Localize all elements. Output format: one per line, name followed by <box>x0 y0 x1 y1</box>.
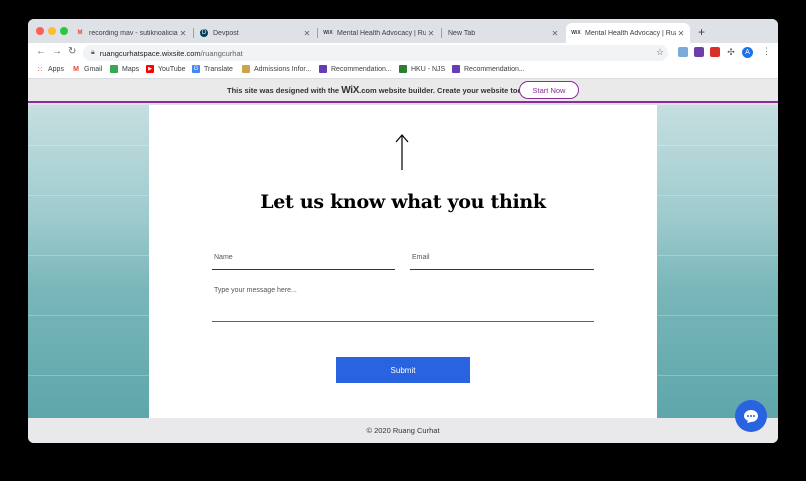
banner-text-after: .com website builder. Create your websit… <box>359 86 532 95</box>
tab-active-wix-site[interactable]: WiX Mental Health Advocacy | Ruang ✕ <box>566 23 690 43</box>
bookmark-hku-njs[interactable]: HKU - NJS <box>399 65 445 73</box>
new-tab-plus-icon[interactable]: + <box>698 25 705 39</box>
extension-icon[interactable] <box>694 47 704 57</box>
close-tab-icon[interactable]: ✕ <box>178 29 188 38</box>
wix-promo-banner: This site was designed with the WiX.com … <box>28 79 778 103</box>
email-placeholder: Email <box>412 254 430 261</box>
tab-devpost[interactable]: D Devpost ✕ <box>194 23 316 43</box>
tab-title: New Tab <box>448 29 476 37</box>
tab-title: recording mav - sutiknoaliciap <box>89 29 178 37</box>
bookmark-youtube[interactable]: ▶ YouTube <box>146 65 186 73</box>
close-window-button[interactable] <box>36 27 44 35</box>
bookmark-recommendation[interactable]: Recommendation... <box>452 65 525 73</box>
maximize-window-button[interactable] <box>60 27 68 35</box>
university-icon <box>242 65 250 73</box>
youtube-icon: ▶ <box>146 65 154 73</box>
chat-bubble-icon <box>744 409 758 423</box>
message-field[interactable]: Type your message here... <box>212 287 594 322</box>
message-underline <box>212 321 594 322</box>
bookmark-label: HKU - NJS <box>411 65 446 73</box>
name-underline <box>212 269 395 270</box>
banner-text: This site was designed with the WiX.com … <box>227 85 532 96</box>
bookmark-apps[interactable]: ⁙ Apps <box>36 64 64 74</box>
page-content: Let us know what you think Name Email Ty… <box>28 105 778 418</box>
bookmark-label: Admissions Infor... <box>254 65 312 73</box>
bookmark-label: Translate <box>204 65 233 73</box>
puzzle-icon[interactable]: ✣ <box>726 47 736 57</box>
wix-icon: WiX <box>323 30 333 36</box>
bookmark-admissions[interactable]: Admissions Infor... <box>242 65 311 73</box>
apps-grid-icon: ⁙ <box>36 64 44 74</box>
name-placeholder: Name <box>214 254 233 261</box>
email-field[interactable]: Email <box>410 254 594 270</box>
gmail-icon: M <box>77 30 83 36</box>
lock-icon: 🔒︎ <box>91 49 95 56</box>
wix-icon: WiX <box>571 30 581 36</box>
translate-icon: G <box>192 65 200 73</box>
bookmark-recommendation[interactable]: Recommendation... <box>319 65 392 73</box>
bookmark-maps[interactable]: Maps <box>110 65 139 73</box>
forward-arrow-icon[interactable]: → <box>52 46 62 57</box>
form-heading: Let us know what you think <box>260 191 546 213</box>
browser-toolbar: ← → ↻ 🔒︎ ruangcurhatspace.wixsite.com/ru… <box>28 43 778 63</box>
address-bar[interactable]: 🔒︎ ruangcurhatspace.wixsite.com/ruangcur… <box>83 45 668 61</box>
tab-new-tab[interactable]: New Tab ✕ <box>442 23 564 43</box>
banner-text-before: This site was designed with the <box>227 86 342 95</box>
minimize-window-button[interactable] <box>48 27 56 35</box>
extension-icon[interactable] <box>678 47 688 57</box>
bookmark-translate[interactable]: G Translate <box>192 65 233 73</box>
bookmark-label: Recommendation... <box>331 65 392 73</box>
bookmark-label: Recommendation... <box>464 65 525 73</box>
close-tab-icon[interactable]: ✕ <box>302 29 312 38</box>
reload-icon[interactable]: ↻ <box>68 46 76 57</box>
bookmark-label: YouTube <box>158 65 186 73</box>
message-placeholder: Type your message here... <box>214 287 297 294</box>
tab-wix-site[interactable]: WiX Mental Health Advocacy | Ruang ✕ <box>318 23 440 43</box>
browser-window: M recording mav - sutiknoaliciap ✕ D Dev… <box>28 19 778 443</box>
wix-logo: WiX <box>341 85 360 96</box>
bookmark-label: Apps <box>48 65 64 73</box>
bookmark-star-icon[interactable]: ☆ <box>656 47 664 58</box>
url-path: /ruangcurhat <box>200 48 243 58</box>
bookmark-gmail[interactable]: M Gmail <box>72 65 102 73</box>
form-icon <box>319 65 327 73</box>
university-icon <box>399 65 407 73</box>
extension-icon[interactable] <box>710 47 720 57</box>
url-host: ruangcurhatspace.wixsite.com <box>99 48 201 58</box>
form-icon <box>452 65 460 73</box>
chat-button[interactable] <box>735 400 767 432</box>
devpost-icon: D <box>200 29 208 37</box>
maps-icon <box>110 65 118 73</box>
bookmark-label: Maps <box>122 65 140 73</box>
name-field[interactable]: Name <box>212 254 395 270</box>
gmail-icon: M <box>73 65 79 73</box>
contact-form-card: Let us know what you think Name Email Ty… <box>149 105 657 418</box>
copyright-text: © 2020 Ruang Curhat <box>366 426 440 435</box>
up-arrow-icon <box>395 134 409 170</box>
close-tab-icon[interactable]: ✕ <box>426 29 436 38</box>
close-tab-icon[interactable]: ✕ <box>676 29 686 38</box>
tab-gmail[interactable]: M recording mav - sutiknoaliciap ✕ <box>70 23 192 43</box>
tab-strip: M recording mav - sutiknoaliciap ✕ D Dev… <box>28 19 778 43</box>
profile-avatar[interactable]: A <box>742 47 753 58</box>
back-arrow-icon[interactable]: ← <box>36 46 46 57</box>
start-now-button[interactable]: Start Now <box>519 81 579 99</box>
bookmark-label: Gmail <box>84 65 103 73</box>
site-footer: © 2020 Ruang Curhat <box>28 418 778 443</box>
tab-title: Mental Health Advocacy | Ruang <box>337 29 426 37</box>
tab-title: Devpost <box>213 29 239 37</box>
bookmarks-bar: ⁙ Apps M Gmail Maps ▶ YouTube G Translat… <box>28 63 778 79</box>
close-tab-icon[interactable]: ✕ <box>550 29 560 38</box>
email-underline <box>410 269 594 270</box>
more-menu-icon[interactable]: ⋮ <box>762 46 771 57</box>
submit-button[interactable]: Submit <box>336 357 470 383</box>
tab-title: Mental Health Advocacy | Ruang <box>585 29 676 37</box>
